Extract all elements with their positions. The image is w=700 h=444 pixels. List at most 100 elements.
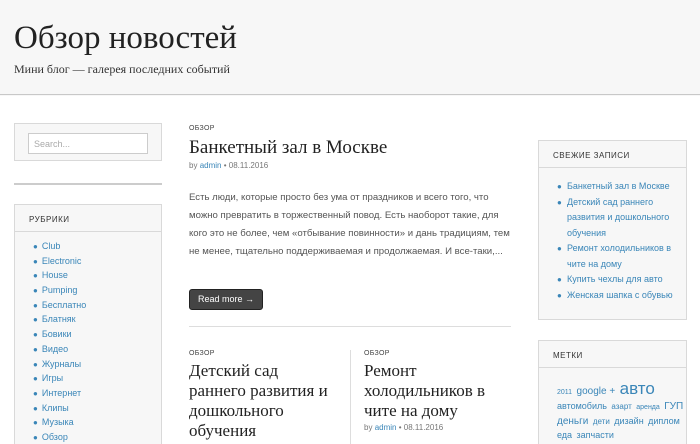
- post-excerpt: Есть люди, которые просто без ума от пра…: [189, 192, 510, 257]
- recent-post-item[interactable]: ● Купить чехлы для авто: [553, 272, 685, 288]
- post-title[interactable]: Детский сад раннего развития и дошкольно…: [189, 361, 339, 441]
- tag-link[interactable]: запчасти: [577, 430, 614, 440]
- category-item[interactable]: ● House: [33, 268, 86, 283]
- category-link[interactable]: Музыка: [42, 417, 74, 427]
- recent-post-link[interactable]: Купить чехлы для авто: [567, 274, 663, 284]
- category-link[interactable]: Бесплатно: [42, 300, 86, 310]
- bullet-icon: ●: [33, 432, 38, 442]
- categories-title: РУБРИКИ: [29, 215, 70, 224]
- widget-divider: [539, 167, 686, 168]
- tag-link[interactable]: аренда: [636, 404, 660, 411]
- category-link[interactable]: Club: [42, 241, 61, 251]
- tag-link[interactable]: азарт: [611, 402, 631, 411]
- bullet-icon: ●: [557, 290, 562, 300]
- category-item[interactable]: ● Обзор: [33, 430, 86, 444]
- category-link[interactable]: Electronic: [42, 256, 82, 266]
- category-link[interactable]: House: [42, 270, 68, 280]
- tag-cloud: 2011 google + авто автомобиль азарт арен…: [557, 380, 685, 441]
- category-link[interactable]: Pumping: [42, 285, 78, 295]
- recent-post-link[interactable]: Ремонт холодильников в чите на дому: [567, 243, 671, 269]
- category-item[interactable]: ● Бовики: [33, 327, 86, 342]
- category-item[interactable]: ● Electronic: [33, 254, 86, 269]
- tag-link[interactable]: ГУП: [664, 401, 683, 412]
- category-item[interactable]: ● Бесплатно: [33, 298, 86, 313]
- post-by: by: [189, 161, 198, 170]
- post-date: 08.11.2016: [403, 423, 444, 432]
- bullet-icon: ●: [33, 388, 38, 398]
- recent-post-item[interactable]: ● Детский сад раннего развития и дошкольн…: [553, 195, 685, 242]
- tag-link[interactable]: диплом: [648, 416, 680, 426]
- category-link[interactable]: Блатняк: [42, 314, 76, 324]
- tag-link[interactable]: дизайн: [614, 416, 643, 426]
- post-date: 08.11.2016: [228, 161, 269, 170]
- category-link[interactable]: Игры: [42, 373, 63, 383]
- tag-link[interactable]: автомобиль: [557, 401, 607, 411]
- bullet-icon: ●: [33, 286, 38, 296]
- recent-post-item[interactable]: ● Банкетный зал в Москве: [553, 179, 685, 195]
- bullet-icon: ●: [33, 359, 38, 369]
- recent-post-link[interactable]: Банкетный зал в Москве: [567, 181, 670, 191]
- bullet-icon: ●: [33, 256, 38, 266]
- bullet-icon: ●: [33, 418, 38, 428]
- post-title[interactable]: Ремонт холодильников в чите на дому: [364, 361, 512, 421]
- post-title[interactable]: Банкетный зал в Москве: [189, 137, 387, 159]
- bullet-icon: ●: [557, 244, 562, 253]
- site-header: Обзор новостей Мини блог — галерея после…: [0, 0, 700, 95]
- sidebar-divider: [14, 183, 162, 185]
- post-author[interactable]: admin: [375, 423, 397, 432]
- posts-divider: [189, 326, 511, 327]
- post-meta: by admin • 08.11.2016: [364, 423, 443, 432]
- meta-separator: •: [223, 161, 227, 170]
- category-item[interactable]: ● Блатняк: [33, 312, 86, 327]
- bullet-icon: ●: [33, 271, 38, 281]
- category-link[interactable]: Бовики: [42, 329, 72, 339]
- post-by: by: [364, 423, 373, 432]
- post-category[interactable]: ОБЗОР: [189, 125, 215, 132]
- category-link[interactable]: Журналы: [42, 359, 81, 369]
- site-title[interactable]: Обзор новостей: [14, 20, 237, 57]
- tags-widget: МЕТКИ 2011 google + авто автомобиль азар…: [538, 340, 687, 444]
- category-link[interactable]: Обзор: [42, 432, 68, 442]
- tag-link[interactable]: дети: [593, 417, 610, 426]
- category-item[interactable]: ● Музыка: [33, 415, 86, 430]
- category-link[interactable]: Видео: [42, 344, 68, 354]
- column-divider: [350, 350, 351, 444]
- post-meta: by admin • 08.11.2016: [189, 161, 268, 170]
- category-link[interactable]: Интернет: [42, 388, 81, 398]
- post-category[interactable]: ОБЗОР: [189, 350, 215, 357]
- recent-posts-title: СВЕЖИЕ ЗАПИСИ: [553, 151, 630, 160]
- bullet-icon: ●: [33, 403, 38, 413]
- search-widget: [14, 123, 162, 161]
- bullet-icon: ●: [557, 275, 562, 284]
- category-item[interactable]: ● Клипы: [33, 401, 86, 416]
- recent-post-item[interactable]: ● Ремонт холодильников в чите на дому: [553, 241, 685, 272]
- category-link[interactable]: Клипы: [42, 403, 69, 413]
- recent-post-item[interactable]: ● Женская шапка с обувью: [553, 288, 685, 304]
- bullet-icon: ●: [33, 315, 38, 325]
- category-item[interactable]: ● Интернет: [33, 386, 86, 401]
- bullet-icon: ●: [33, 374, 38, 384]
- recent-post-link[interactable]: Детский сад раннего развития и дошкольно…: [567, 197, 669, 238]
- tag-link[interactable]: авто: [620, 379, 655, 398]
- meta-separator: •: [398, 423, 402, 432]
- recent-posts-list: ● Банкетный зал в Москве ● Детский сад ран…: [553, 179, 685, 303]
- category-item[interactable]: ● Pumping: [33, 283, 86, 298]
- post-author[interactable]: admin: [200, 161, 222, 170]
- tag-link[interactable]: еда: [557, 430, 572, 440]
- tag-link[interactable]: google +: [577, 386, 616, 397]
- tag-link[interactable]: деньги: [557, 416, 588, 427]
- category-item[interactable]: ● Игры: [33, 371, 86, 386]
- categories-widget: РУБРИКИ ● Club ● Electronic ● House ● Pumpin…: [14, 204, 162, 444]
- bullet-icon: ●: [33, 300, 38, 310]
- search-input[interactable]: [28, 133, 148, 154]
- post-category[interactable]: ОБЗОР: [364, 350, 390, 357]
- category-item[interactable]: ● Журналы: [33, 357, 86, 372]
- category-item[interactable]: ● Club: [33, 239, 86, 254]
- tags-title: МЕТКИ: [553, 351, 583, 360]
- widget-divider: [15, 231, 161, 232]
- read-more-button[interactable]: Read more →: [189, 289, 263, 310]
- recent-post-link[interactable]: Женская шапка с обувью: [567, 290, 673, 300]
- category-item[interactable]: ● Видео: [33, 342, 86, 357]
- categories-list: ● Club ● Electronic ● House ● Pumping ● Беспл…: [33, 239, 86, 444]
- tag-link[interactable]: 2011: [557, 389, 572, 396]
